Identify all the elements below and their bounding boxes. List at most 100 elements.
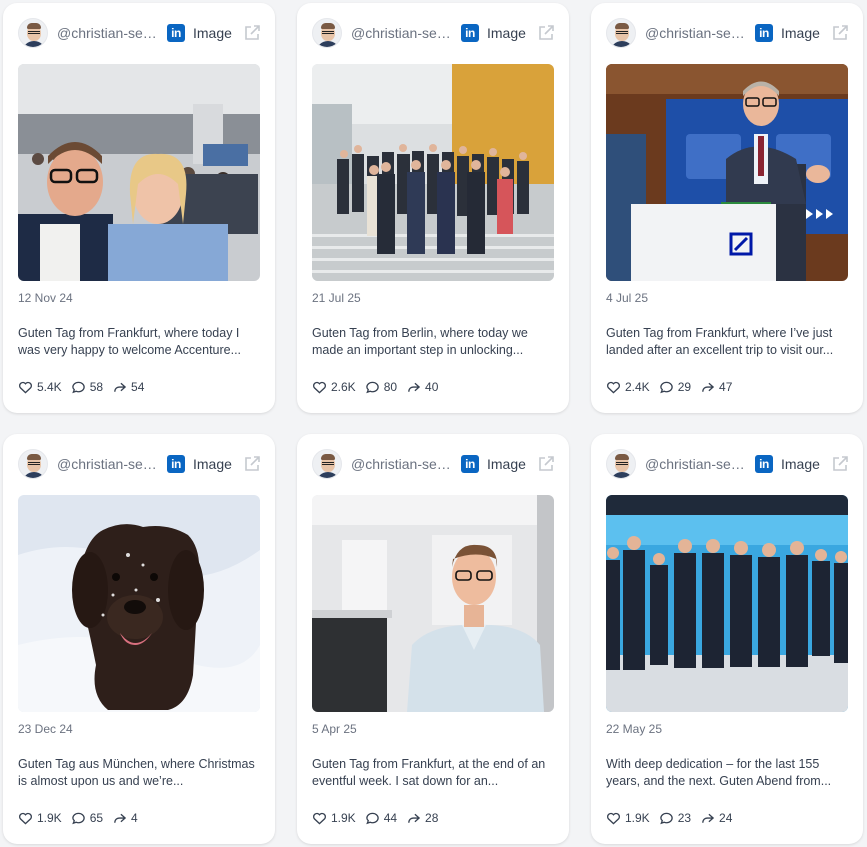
post-caption[interactable]: Guten Tag from Berlin, where today we ma… (312, 325, 552, 359)
comments-count: 23 (677, 811, 692, 825)
likes-stat: 1.9K (312, 811, 356, 826)
comments-stat: 65 (71, 811, 103, 826)
likes-count: 2.4K (625, 380, 650, 394)
likes-count: 1.9K (625, 811, 650, 825)
shares-stat: 54 (112, 380, 144, 395)
portrait-photo[interactable] (312, 495, 554, 712)
author-handle[interactable]: @christian-sewing (645, 25, 745, 41)
post-caption[interactable]: Guten Tag from Frankfurt, where today I … (18, 325, 258, 359)
post-stats: 5.4K 58 54 (18, 379, 153, 395)
post-date: 5 Apr 25 (312, 722, 357, 736)
comments-count: 58 (89, 380, 104, 394)
post-date: 4 Jul 25 (606, 291, 649, 305)
likes-count: 1.9K (37, 811, 62, 825)
shares-stat: 24 (700, 811, 732, 826)
author-handle[interactable]: @christian-sewing (351, 25, 451, 41)
shares-count: 28 (425, 811, 439, 825)
comments-stat: 80 (365, 380, 397, 395)
share-icon (114, 813, 127, 823)
comments-stat: 44 (365, 811, 397, 826)
post-caption[interactable]: Guten Tag aus München, where Christmas i… (18, 756, 258, 790)
shares-count: 54 (131, 380, 145, 394)
post-card[interactable]: @christian-sewing in Image (3, 3, 275, 413)
post-card[interactable]: @christian-sewing in Image (591, 434, 863, 844)
shares-count: 24 (719, 811, 733, 825)
comment-icon (71, 812, 85, 824)
avatar[interactable] (606, 18, 636, 48)
likes-stat: 2.6K (312, 380, 356, 395)
external-link-icon[interactable] (537, 24, 555, 42)
share-icon (114, 382, 127, 392)
heart-icon (313, 812, 326, 825)
avatar[interactable] (18, 18, 48, 48)
post-type-label: Image (781, 456, 820, 472)
post-stats: 1.9K 44 28 (312, 810, 447, 826)
post-stats: 1.9K 23 24 (606, 810, 741, 826)
post-caption[interactable]: With deep dedication – for the last 155 … (606, 756, 846, 790)
post-card[interactable]: @christian-sewing in Image (297, 3, 569, 413)
heart-icon (607, 381, 620, 394)
post-date: 23 Dec 24 (18, 722, 73, 736)
post-type-label: Image (193, 25, 232, 41)
post-date: 12 Nov 24 (18, 291, 73, 305)
post-card[interactable]: @christian-sewing in Image 23 Dec 24 Gut… (3, 434, 275, 844)
heart-icon (607, 812, 620, 825)
author-handle[interactable]: @christian-sewing (351, 456, 451, 472)
linkedin-icon: in (461, 455, 479, 473)
post-header: @christian-sewing in Image (18, 18, 261, 48)
external-link-icon[interactable] (831, 24, 849, 42)
heart-icon (19, 381, 32, 394)
external-link-icon[interactable] (243, 455, 261, 473)
shares-stat: 47 (700, 380, 732, 395)
external-link-icon[interactable] (537, 455, 555, 473)
author-handle[interactable]: @christian-sewing (645, 456, 745, 472)
share-icon (408, 813, 421, 823)
post-type-label: Image (487, 456, 526, 472)
comments-stat: 58 (71, 380, 103, 395)
post-stats: 2.4K 29 47 (606, 379, 741, 395)
comments-stat: 23 (659, 811, 691, 826)
shares-stat: 28 (406, 811, 438, 826)
post-card[interactable]: @christian-sewing in Image (591, 3, 863, 413)
selfie-photo[interactable] (18, 64, 260, 281)
share-icon (702, 382, 715, 392)
comment-icon (71, 381, 85, 393)
avatar[interactable] (18, 449, 48, 479)
linkedin-icon: in (461, 24, 479, 42)
comments-stat: 29 (659, 380, 691, 395)
linkedin-icon: in (167, 24, 185, 42)
external-link-icon[interactable] (243, 24, 261, 42)
post-stats: 1.9K 65 4 (18, 810, 147, 826)
post-date: 21 Jul 25 (312, 291, 361, 305)
post-card[interactable]: @christian-sewing in Image (297, 434, 569, 844)
avatar[interactable] (312, 449, 342, 479)
comments-count: 65 (89, 811, 104, 825)
team-lineup-photo[interactable] (606, 495, 848, 712)
speaker-photo[interactable] (606, 64, 848, 281)
posts-grid: @christian-sewing in Image (3, 3, 863, 844)
comments-count: 80 (383, 380, 398, 394)
linkedin-icon: in (755, 455, 773, 473)
post-header: @christian-sewing in Image (312, 18, 555, 48)
dog-snow-photo[interactable] (18, 495, 260, 712)
share-icon (702, 813, 715, 823)
shares-count: 47 (719, 380, 733, 394)
external-link-icon[interactable] (831, 455, 849, 473)
avatar[interactable] (312, 18, 342, 48)
comment-icon (659, 812, 673, 824)
shares-count: 4 (131, 811, 138, 825)
avatar[interactable] (606, 449, 636, 479)
post-type-label: Image (487, 25, 526, 41)
likes-stat: 1.9K (18, 811, 62, 826)
post-caption[interactable]: Guten Tag from Frankfurt, at the end of … (312, 756, 552, 790)
post-header: @christian-sewing in Image (18, 449, 261, 479)
comment-icon (365, 812, 379, 824)
post-date: 22 May 25 (606, 722, 663, 736)
post-caption[interactable]: Guten Tag from Frankfurt, where I’ve jus… (606, 325, 846, 359)
likes-count: 5.4K (37, 380, 62, 394)
author-handle[interactable]: @christian-sewing (57, 25, 157, 41)
author-handle[interactable]: @christian-sewing (57, 456, 157, 472)
shares-stat: 40 (406, 380, 438, 395)
group-photo[interactable] (312, 64, 554, 281)
comment-icon (365, 381, 379, 393)
